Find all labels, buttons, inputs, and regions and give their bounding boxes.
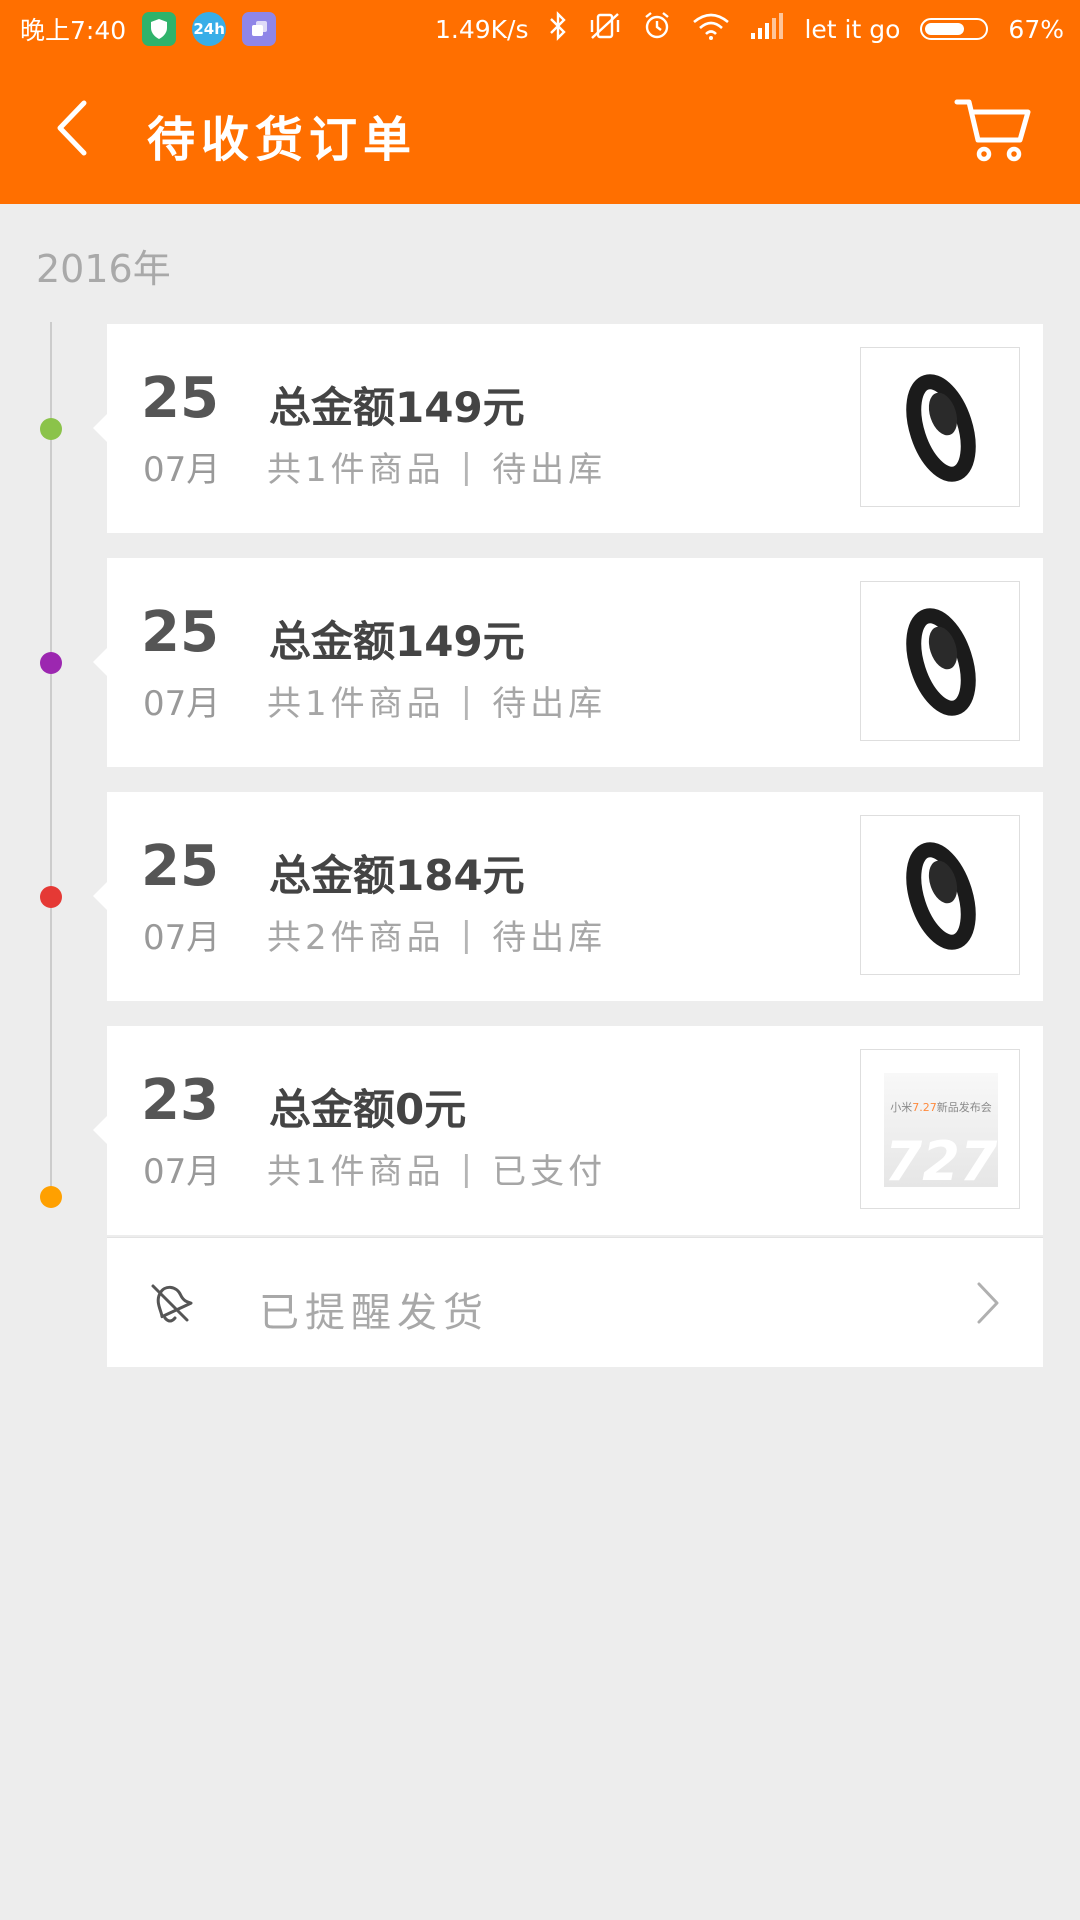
- product-thumbnail: [860, 581, 1020, 741]
- bluetooth-icon: [548, 11, 568, 47]
- mute-vibrate-icon: [588, 11, 622, 47]
- wifi-icon: [692, 12, 730, 46]
- order-total: 总金额184元: [269, 851, 525, 900]
- meta-separator: |: [460, 1148, 477, 1189]
- order-month: 07月: [143, 1152, 221, 1192]
- order-month: 07月: [143, 684, 221, 724]
- cart-icon: [954, 99, 1031, 162]
- order-day: 25: [141, 600, 219, 665]
- order-status: 已支付: [492, 1152, 607, 1192]
- promo-caption: 小米7.27新品发布会: [890, 1101, 992, 1114]
- battery-icon: [920, 18, 989, 40]
- product-thumbnail-stack: [853, 815, 1020, 975]
- status-bar: 晚上7:40 24h 1.49K/s let it go 67%: [0, 0, 1080, 58]
- order-day: 25: [141, 834, 219, 899]
- fitness-band-image: [906, 608, 976, 716]
- order-item-count: 共1件商品: [267, 1152, 445, 1192]
- order-day: 23: [141, 1068, 219, 1133]
- chevron-left-icon: [57, 100, 87, 156]
- copy-app-icon: [242, 12, 277, 46]
- order-total: 总金额149元: [269, 617, 525, 666]
- order-status: 待出库: [492, 450, 607, 490]
- signal-icon: [750, 13, 784, 45]
- page-title: 待收货订单: [147, 112, 418, 168]
- timeline-dot: [40, 886, 62, 908]
- order-meta: 共2件商品 | 待出库: [267, 910, 606, 959]
- chevron-right-icon: [977, 1282, 999, 1324]
- order-item-count: 共2件商品: [267, 918, 445, 958]
- security-app-icon: [142, 12, 177, 46]
- product-thumbnail: 小米7.27新品发布会 727: [860, 1049, 1020, 1209]
- alarm-icon: [642, 11, 672, 47]
- app-bar: 待收货订单: [0, 58, 1080, 204]
- order-card[interactable]: 25 07月 总金额149元 共1件商品 | 待出库: [93, 558, 1043, 767]
- order-meta: 共1件商品 | 待出库: [267, 676, 606, 725]
- order-month: 07月: [143, 450, 221, 490]
- launch-event-image: 小米7.27新品发布会 727: [884, 1073, 998, 1193]
- order-card[interactable]: 25 07月 总金额184元 共2件商品 | 待出库: [93, 792, 1043, 1001]
- order-card[interactable]: 23 07月 总金额0元 共1件商品 | 已支付 小米7.27新品发布会 727: [93, 1026, 1043, 1235]
- product-thumbnail: [860, 347, 1020, 507]
- status-time: 晚上7:40: [20, 16, 127, 45]
- fitness-band-image: [906, 842, 976, 950]
- bell-icon: [151, 1284, 193, 1323]
- order-meta: 共1件商品 | 已支付: [267, 1144, 606, 1193]
- timeline-dot: [40, 652, 62, 674]
- timeline-line: [50, 322, 52, 1198]
- promo-number: 727: [884, 1130, 998, 1193]
- timeline-dot: [40, 1186, 62, 1208]
- back-button[interactable]: [40, 93, 110, 163]
- order-total: 总金额149元: [269, 383, 525, 432]
- meta-separator: |: [460, 446, 477, 487]
- order-month: 07月: [143, 918, 221, 958]
- order-meta: 共1件商品 | 待出库: [267, 442, 606, 491]
- fitness-band-image: [906, 374, 976, 482]
- 24h-app-icon: 24h: [192, 12, 227, 46]
- reminder-label: 已提醒发货: [259, 1290, 489, 1336]
- battery-percent: 67%: [1008, 14, 1064, 44]
- meta-separator: |: [460, 680, 477, 721]
- net-speed: 1.49K/s: [434, 14, 529, 44]
- timeline-dot: [40, 418, 62, 440]
- order-card[interactable]: 25 07月 总金额149元 共1件商品 | 待出库: [93, 324, 1043, 533]
- reminder-row[interactable]: 已提醒发货: [107, 1237, 1043, 1367]
- year-label: 2016年: [36, 247, 171, 291]
- order-total: 总金额0元: [269, 1085, 467, 1134]
- order-day: 25: [141, 366, 219, 431]
- cart-button[interactable]: [954, 96, 1034, 164]
- order-status: 待出库: [492, 684, 607, 724]
- order-item-count: 共1件商品: [267, 684, 445, 724]
- meta-separator: |: [460, 914, 477, 955]
- order-item-count: 共1件商品: [267, 450, 445, 490]
- carrier-name: let it go: [804, 14, 901, 44]
- order-status: 待出库: [492, 918, 607, 958]
